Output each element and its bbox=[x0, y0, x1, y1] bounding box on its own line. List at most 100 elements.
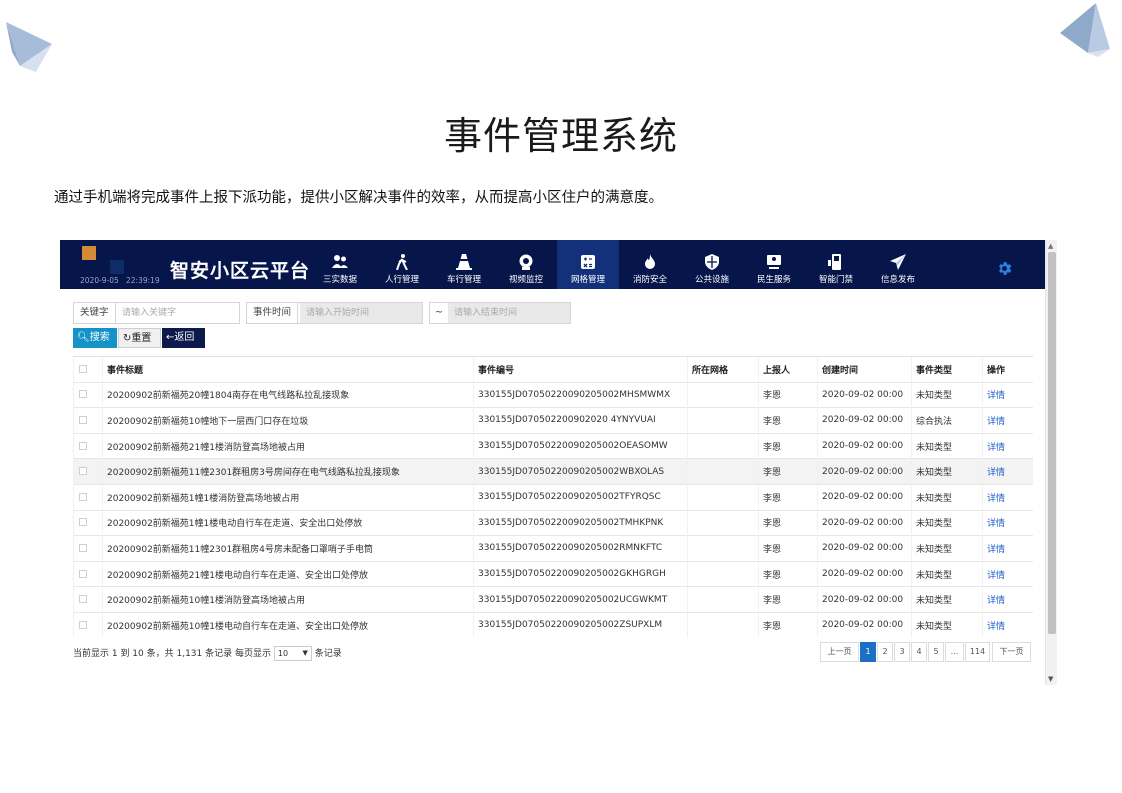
detail-link[interactable]: 详情 bbox=[982, 483, 1033, 511]
grid-cell bbox=[687, 483, 759, 511]
table-row[interactable]: 20200902前新福苑1幢1楼电动自行车在走道、安全出口处停放 330155JD… bbox=[73, 509, 1033, 536]
event-title-cell: 20200902前新福苑21幢1楼电动自行车在走道、安全出口处停放 bbox=[102, 560, 474, 587]
detail-link[interactable]: 详情 bbox=[982, 586, 1033, 613]
nav-item-facilities[interactable]: 公共设施 bbox=[681, 240, 743, 289]
row-checkbox[interactable] bbox=[79, 492, 87, 501]
detail-link[interactable]: 详情 bbox=[982, 560, 1033, 587]
row-checkbox[interactable] bbox=[79, 467, 87, 476]
page-button[interactable]: 4 bbox=[911, 642, 927, 662]
table-row[interactable]: 20200902前新福苑20幢1804南存在电气线路私拉乱接现象 330155JD… bbox=[73, 381, 1033, 408]
keyword-label: 关键字 bbox=[74, 303, 116, 323]
fire-icon bbox=[645, 254, 655, 269]
nav-label: 三实数据 bbox=[322, 275, 357, 285]
nav-item-fire[interactable]: 消防安全 bbox=[619, 240, 681, 289]
column-header: 事件类型 bbox=[911, 356, 983, 383]
row-checkbox[interactable] bbox=[79, 415, 87, 424]
back-button[interactable]: ←返回 bbox=[162, 328, 205, 348]
keyword-input[interactable]: 请输入关键字 bbox=[116, 303, 239, 323]
event-type-cell: 未知类型 bbox=[911, 586, 983, 613]
created-time-cell: 2020-09-02 00:00 bbox=[817, 407, 912, 434]
nav-item-vehicle[interactable]: 车行管理 bbox=[433, 240, 495, 289]
record-summary: 当前显示 1 到 10 条，共 1,131 条记录 每页显示 bbox=[73, 649, 271, 659]
page-size-select[interactable]: 10 ▼ bbox=[273, 646, 312, 661]
nav-label: 智能门禁 bbox=[818, 275, 853, 285]
table-row[interactable]: 20200902前新福苑10幢地下一层西门口存在垃圾 330155JD070502… bbox=[73, 407, 1033, 434]
row-checkbox[interactable] bbox=[79, 518, 87, 527]
reset-button[interactable]: ↻重置 bbox=[118, 328, 161, 348]
row-checkbox[interactable] bbox=[79, 620, 87, 629]
detail-link[interactable]: 详情 bbox=[982, 381, 1033, 408]
row-checkbox[interactable] bbox=[79, 441, 87, 450]
grid-cell bbox=[687, 432, 759, 459]
detail-link[interactable]: 详情 bbox=[982, 432, 1033, 459]
top-navigation-bar: 2020-9-05 22:39:19 智安小区云平台 三实数据 人行管理 车行管… bbox=[60, 240, 1045, 289]
event-title-cell: 20200902前新福苑10幢地下一层西门口存在垃圾 bbox=[102, 407, 474, 434]
scrollbar-thumb[interactable] bbox=[1048, 252, 1056, 634]
end-time-input[interactable]: 请输入结束时间 bbox=[448, 303, 570, 323]
select-all-checkbox[interactable] bbox=[79, 364, 87, 373]
created-time-cell: 2020-09-02 00:00 bbox=[817, 432, 912, 459]
detail-link[interactable]: 详情 bbox=[982, 535, 1033, 562]
row-checkbox[interactable] bbox=[79, 595, 87, 604]
table-row[interactable]: 20200902前新福苑10幢1楼电动自行车在走道、安全出口处停放 330155J… bbox=[73, 611, 1033, 639]
select-all-cell[interactable] bbox=[73, 356, 103, 383]
table-row[interactable]: 20200902前新福苑11幢2301群租房3号房间存在电气线路私拉乱接现象 33… bbox=[73, 458, 1033, 485]
row-select-cell[interactable] bbox=[73, 432, 103, 459]
row-select-cell[interactable] bbox=[73, 509, 103, 536]
nav-item-grid[interactable]: 网格管理 bbox=[557, 240, 619, 289]
row-select-cell[interactable] bbox=[73, 535, 103, 562]
scroll-up-arrow-icon[interactable]: ▲ bbox=[1048, 242, 1053, 250]
gear-icon[interactable] bbox=[996, 260, 1013, 277]
next-page-button[interactable]: 下一页 bbox=[992, 642, 1031, 662]
table-row[interactable]: 20200902前新福苑10幢1楼消防登高场地被占用 330155JD070502… bbox=[73, 586, 1033, 613]
start-time-input[interactable]: 请输入开始时间 bbox=[300, 303, 422, 323]
table-row[interactable]: 20200902前新福苑21幢1楼电动自行车在走道、安全出口处停放 330155J… bbox=[73, 560, 1033, 587]
detail-link[interactable]: 详情 bbox=[982, 509, 1033, 536]
vertical-scrollbar[interactable]: ▲ ▼ bbox=[1045, 240, 1057, 685]
page-button[interactable]: 3 bbox=[894, 642, 910, 662]
people-icon bbox=[332, 255, 348, 268]
page-button[interactable]: 1 bbox=[860, 642, 876, 662]
nav-item-services[interactable]: 民生服务 bbox=[743, 240, 805, 289]
traffic-cone-icon bbox=[456, 254, 472, 270]
page-button[interactable]: 5 bbox=[928, 642, 944, 662]
table-row[interactable]: 20200902前新福苑1幢1楼消防登高场地被占用 330155JD0705022… bbox=[73, 483, 1033, 511]
table-row[interactable]: 20200902前新福苑21幢1楼消防登高场地被占用 330155JD070502… bbox=[73, 432, 1033, 459]
row-checkbox[interactable] bbox=[79, 543, 87, 552]
event-code-cell: 330155JD07050220090205002MHSMWMX bbox=[473, 381, 688, 408]
event-code-cell: 330155JD07050220090205002TFYRQSC bbox=[473, 483, 688, 511]
monitor-icon bbox=[767, 255, 781, 269]
nav-item-pedestrian[interactable]: 人行管理 bbox=[371, 240, 433, 289]
row-select-cell[interactable] bbox=[73, 458, 103, 485]
detail-link[interactable]: 详情 bbox=[982, 407, 1033, 434]
row-select-cell[interactable] bbox=[73, 381, 103, 408]
scroll-down-arrow-icon[interactable]: ▼ bbox=[1048, 675, 1053, 683]
nav-item-video[interactable]: 视频监控 bbox=[495, 240, 557, 289]
row-select-cell[interactable] bbox=[73, 586, 103, 613]
nav-label: 民生服务 bbox=[756, 275, 791, 285]
page-button[interactable]: 2 bbox=[877, 642, 893, 662]
row-checkbox[interactable] bbox=[79, 390, 87, 399]
detail-link[interactable]: 详情 bbox=[982, 458, 1033, 485]
event-code-cell: 330155JD07050220090205002WBXOLAS bbox=[473, 458, 688, 485]
row-select-cell[interactable] bbox=[73, 560, 103, 587]
detail-link[interactable]: 详情 bbox=[982, 611, 1033, 639]
search-button[interactable]: 🔍︎搜索 bbox=[73, 328, 117, 348]
reporter-cell: 李恩 bbox=[758, 586, 818, 613]
event-title-cell: 20200902前新福苑20幢1804南存在电气线路私拉乱接现象 bbox=[102, 381, 474, 408]
shield-icon bbox=[705, 254, 719, 270]
nav-item-access[interactable]: 智能门禁 bbox=[805, 240, 867, 289]
camera-icon bbox=[519, 254, 533, 270]
prev-page-button[interactable]: 上一页 bbox=[820, 642, 859, 662]
page-button[interactable]: 114 bbox=[965, 642, 990, 662]
table-row[interactable]: 20200902前新福苑11幢2301群租房4号房未配备口罩哨子手电筒 33015… bbox=[73, 535, 1033, 562]
row-checkbox[interactable] bbox=[79, 569, 87, 578]
door-phone-icon bbox=[828, 254, 841, 270]
row-select-cell[interactable] bbox=[73, 483, 103, 511]
nav-item-info[interactable]: 信息发布 bbox=[867, 240, 929, 289]
row-select-cell[interactable] bbox=[73, 611, 103, 639]
nav-item-data[interactable]: 三实数据 bbox=[309, 240, 371, 289]
row-select-cell[interactable] bbox=[73, 407, 103, 434]
event-type-cell: 未知类型 bbox=[911, 381, 983, 408]
created-time-cell: 2020-09-02 00:00 bbox=[817, 611, 912, 639]
